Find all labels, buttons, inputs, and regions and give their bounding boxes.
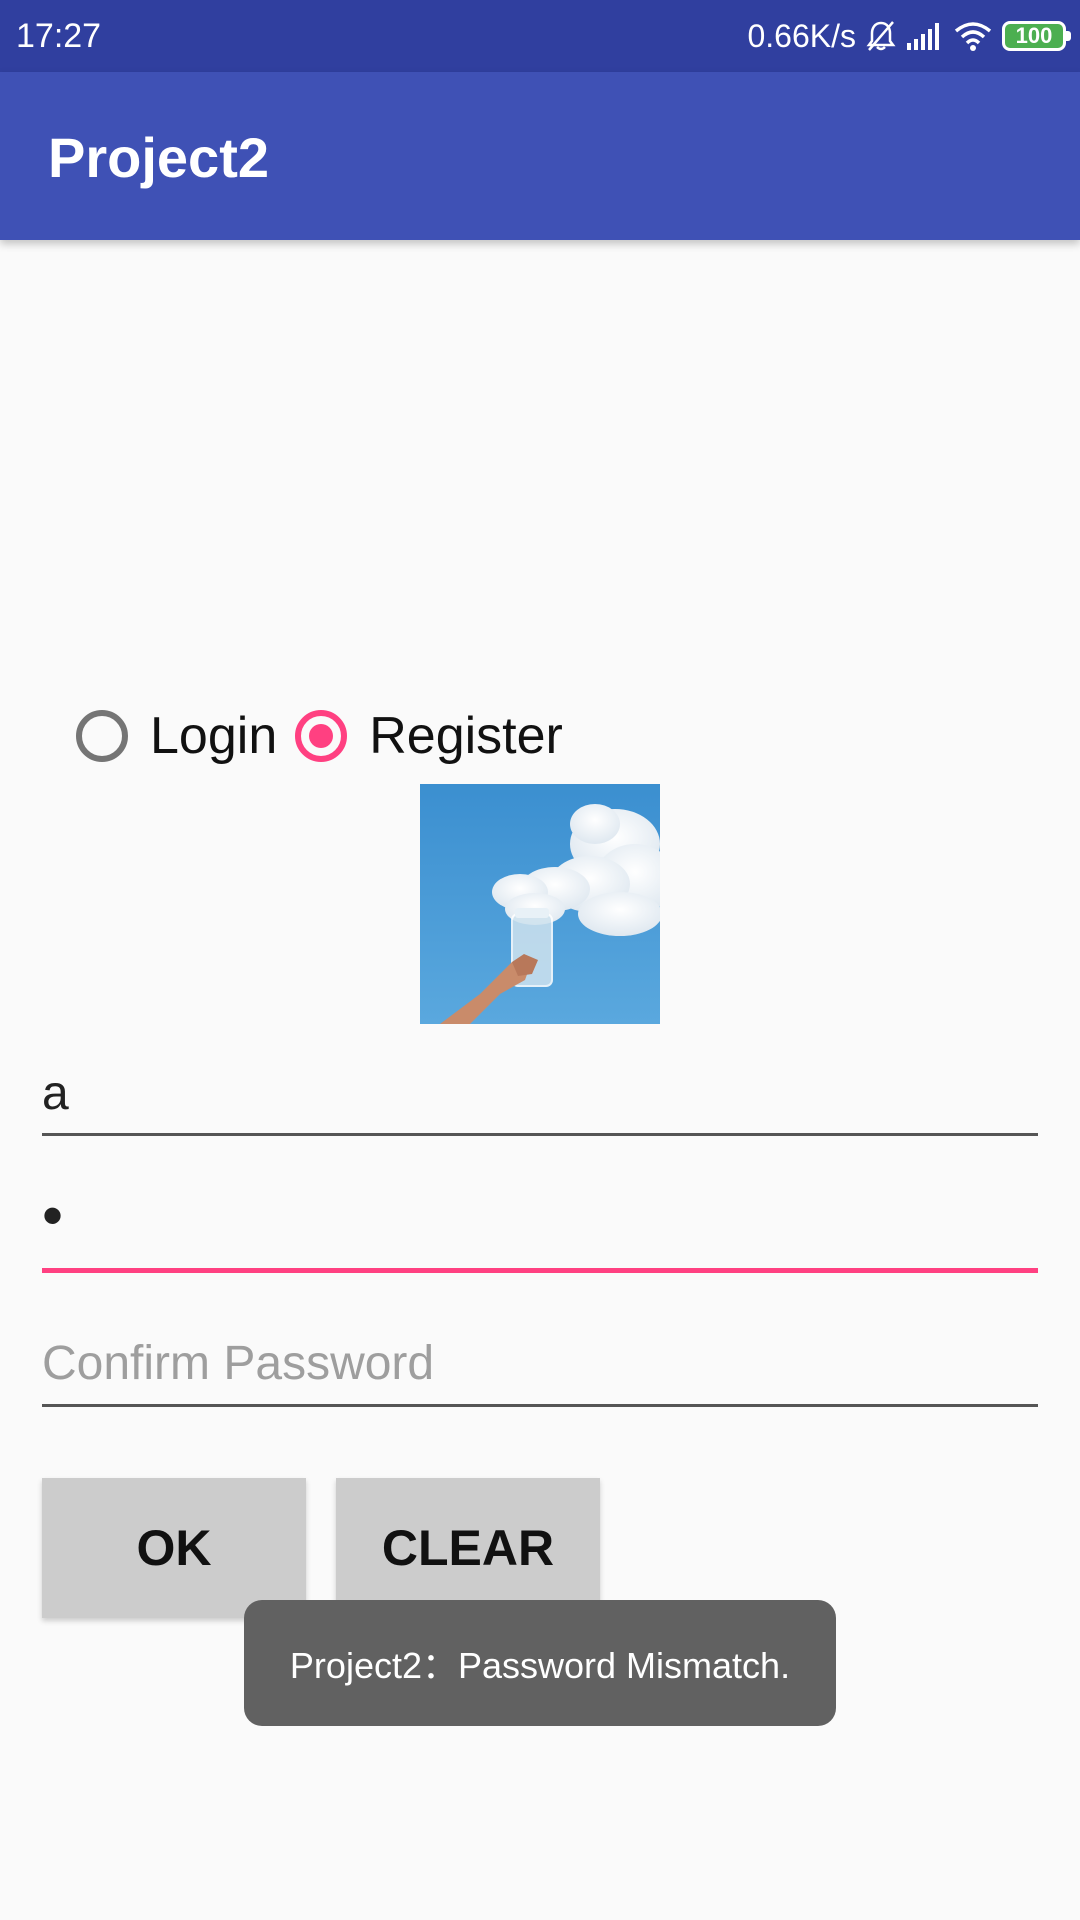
login-radio-icon[interactable] xyxy=(76,710,128,762)
password-value: • xyxy=(42,1182,64,1249)
register-radio-label: Register xyxy=(369,707,563,765)
username-value: a xyxy=(42,1067,69,1120)
cloud-in-jar-photo-icon xyxy=(420,784,660,1024)
app-title: Project2 xyxy=(48,126,269,189)
network-speed: 0.66K/s xyxy=(747,17,856,54)
password-field[interactable]: • xyxy=(42,1186,1038,1274)
toast: Project2：Password Mismatch. xyxy=(244,1600,836,1726)
register-radio[interactable]: Register xyxy=(295,704,563,768)
battery-icon: 100 xyxy=(1002,21,1071,51)
login-radio[interactable]: Login xyxy=(76,704,277,768)
username-underline xyxy=(42,1133,1038,1136)
wifi-icon xyxy=(954,22,992,51)
toast-message: Project2：Password Mismatch. xyxy=(289,1645,791,1686)
register-radio-icon[interactable] xyxy=(295,710,348,762)
status-bar: 17:27 0.66K/s 100 xyxy=(0,0,1080,72)
confirm-password-placeholder: Confirm Password xyxy=(42,1337,435,1390)
app-bar: Project2 xyxy=(0,72,1080,240)
username-field[interactable]: a xyxy=(42,1064,1038,1136)
clear-button[interactable]: CLEAR xyxy=(336,1478,600,1618)
mode-radio-group: Login Register xyxy=(76,704,563,768)
ok-button[interactable]: OK xyxy=(42,1478,306,1618)
password-underline xyxy=(42,1268,1038,1273)
status-time: 17:27 xyxy=(16,17,102,55)
status-icons: 0.66K/s 100 xyxy=(747,16,1071,56)
signal-icon xyxy=(907,23,939,50)
confirm-password-field[interactable]: Confirm Password xyxy=(42,1334,1038,1408)
confirm-password-underline xyxy=(42,1404,1038,1407)
cloud-jar-image xyxy=(420,784,660,1024)
battery-level: 100 xyxy=(1015,23,1053,48)
login-radio-label: Login xyxy=(150,707,278,765)
notifications-off-icon xyxy=(866,21,896,51)
